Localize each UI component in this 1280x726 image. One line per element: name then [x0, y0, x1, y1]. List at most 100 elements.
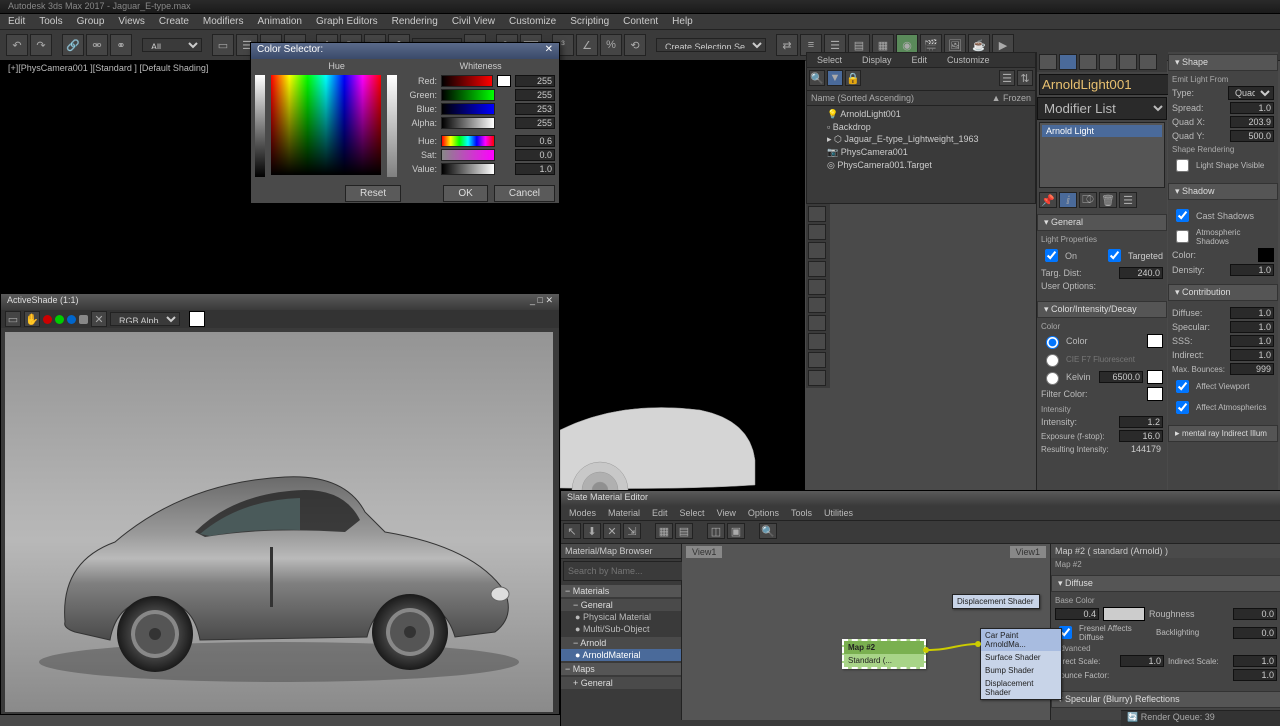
green-dot-icon[interactable] [55, 315, 64, 324]
maximize-icon[interactable]: □ [538, 295, 543, 305]
filter-shape-icon[interactable] [808, 224, 826, 240]
node-graph[interactable]: View1 View1 Displacement Shader Map #2 S… [682, 544, 1050, 720]
channel-dropdown[interactable]: RGB Alpha [110, 312, 180, 326]
close-icon[interactable]: ✕ [545, 295, 553, 305]
hue-input[interactable] [515, 135, 555, 147]
remove-mod-button[interactable]: 🗑 [1099, 192, 1117, 208]
blackness-slider[interactable] [255, 75, 265, 177]
ok-button[interactable]: OK [443, 185, 487, 202]
find-button[interactable]: 🔍 [809, 70, 825, 86]
cspec-input[interactable] [1230, 321, 1274, 333]
cast-checkbox[interactable] [1176, 209, 1189, 222]
node-map2[interactable]: Map #2 Standard (... [842, 639, 926, 669]
slate-menu-select[interactable]: Select [680, 508, 705, 518]
intensity-input[interactable] [1119, 416, 1163, 428]
column-frozen[interactable]: ▲ Frozen [992, 93, 1031, 103]
indirects-input[interactable] [1233, 655, 1277, 667]
mirror-button[interactable]: ⇄ [776, 34, 798, 56]
browser-item-selected[interactable]: ● ArnoldMaterial [561, 649, 681, 661]
sat-input[interactable] [515, 149, 555, 161]
scene-node[interactable]: 💡 ArnoldLight001 [809, 108, 1033, 121]
alpha-slider[interactable] [441, 117, 495, 129]
red-dot-icon[interactable] [43, 315, 52, 324]
qx-input[interactable] [1230, 116, 1274, 128]
move-children-button[interactable]: ⇲ [623, 523, 641, 539]
view-tab[interactable]: View1 [686, 546, 722, 558]
render-view[interactable] [5, 332, 553, 712]
filter-invert-icon[interactable] [808, 370, 826, 386]
bounce-input[interactable] [1233, 669, 1277, 681]
kelvin-input[interactable] [1099, 371, 1143, 383]
slate-menu-view[interactable]: View [717, 508, 736, 518]
filter-light-icon[interactable] [808, 242, 826, 258]
hue-picker[interactable] [271, 75, 381, 175]
delete-button[interactable]: ✕ [603, 523, 621, 539]
menu-tools[interactable]: Tools [39, 16, 62, 27]
direct-input[interactable] [1120, 655, 1164, 667]
diffuse-rollout[interactable]: ▾ Diffuse [1051, 575, 1280, 592]
slate-menu-options[interactable]: Options [748, 508, 779, 518]
menu-grapheditors[interactable]: Graph Editors [316, 16, 378, 27]
filter-geom-icon[interactable] [808, 206, 826, 222]
menu-create[interactable]: Create [159, 16, 189, 27]
menu-customize[interactable]: Customize [509, 16, 556, 27]
slate-menu-modes[interactable]: Modes [569, 508, 596, 518]
slate-menu-edit[interactable]: Edit [652, 508, 668, 518]
layout-all-button[interactable]: ▦ [655, 523, 673, 539]
maxb-input[interactable] [1230, 363, 1274, 375]
layout-children-button[interactable]: ▤ [675, 523, 693, 539]
assign-button[interactable]: ⬇ [583, 523, 601, 539]
density-input[interactable] [1230, 264, 1274, 276]
affvp-checkbox[interactable] [1176, 380, 1189, 393]
reset-button[interactable]: Reset [345, 185, 401, 202]
color-swatch[interactable] [1147, 334, 1163, 348]
general-rollout[interactable]: ▾ General [1037, 214, 1167, 231]
scene-node[interactable]: ▸ ⬡ Jaguar_E-type_Lightweight_1963 [809, 133, 1033, 146]
browser-item[interactable]: ● Multi/Sub-Object [561, 623, 681, 635]
type-dropdown[interactable]: Quad [1228, 86, 1274, 100]
shape-rollout[interactable]: ▾ Shape [1168, 54, 1278, 71]
red-slider[interactable] [441, 75, 493, 87]
stack-item[interactable]: Arnold Light [1042, 125, 1162, 137]
menu-content[interactable]: Content [623, 16, 658, 27]
specular-rollout[interactable]: ▾ Specular (Blurry) Reflections [1051, 691, 1280, 708]
motion-tab-icon[interactable] [1099, 54, 1117, 70]
scene-node[interactable]: ◎ PhysCamera001.Target [809, 159, 1033, 172]
val-input[interactable] [515, 163, 555, 175]
menu-civilview[interactable]: Civil View [452, 16, 495, 27]
bg-swatch[interactable] [189, 311, 205, 327]
show-result-button[interactable]: ⅈ [1059, 192, 1077, 208]
filter-all-icon[interactable] [808, 333, 826, 349]
csss-input[interactable] [1230, 335, 1274, 347]
maps-group[interactable]: − Maps [561, 663, 681, 675]
filter-space-icon[interactable] [808, 297, 826, 313]
exposure-input[interactable] [1119, 430, 1163, 442]
affatmo-checkbox[interactable] [1176, 401, 1189, 414]
selection-filter[interactable]: All [142, 38, 202, 52]
tab-display[interactable]: Display [852, 53, 902, 67]
spinner-snap-button[interactable]: ⟲ [624, 34, 646, 56]
slate-menu-tools[interactable]: Tools [791, 508, 812, 518]
filter-button[interactable]: ▼ [827, 70, 843, 86]
bind-button[interactable]: ⚭ [110, 34, 132, 56]
undo-button[interactable]: ↶ [6, 34, 28, 56]
menu-group[interactable]: Group [77, 16, 105, 27]
contribution-rollout[interactable]: ▾ Contribution [1168, 284, 1278, 301]
filter-cam-icon[interactable] [808, 261, 826, 277]
unlink-button[interactable]: ⚮ [86, 34, 108, 56]
mray-rollout[interactable]: ▸ mental ray Indirect Illum [1168, 425, 1278, 442]
slate-menu-utilities[interactable]: Utilities [824, 508, 853, 518]
region-button[interactable]: ▭ [5, 311, 21, 327]
targeted-checkbox[interactable] [1108, 249, 1121, 262]
scene-node[interactable]: ▫ Backdrop [809, 121, 1033, 133]
mono-icon[interactable] [79, 315, 88, 324]
sat-slider[interactable] [441, 149, 495, 161]
unique-button[interactable]: ⎄ [1079, 192, 1097, 208]
col-button[interactable]: ☰ [999, 70, 1015, 86]
display-tab-icon[interactable] [1119, 54, 1137, 70]
red-input[interactable] [515, 75, 555, 87]
cancel-button[interactable]: Cancel [494, 185, 555, 202]
color-radio[interactable] [1046, 336, 1059, 349]
cind-input[interactable] [1230, 349, 1274, 361]
tab-edit[interactable]: Edit [902, 53, 938, 67]
